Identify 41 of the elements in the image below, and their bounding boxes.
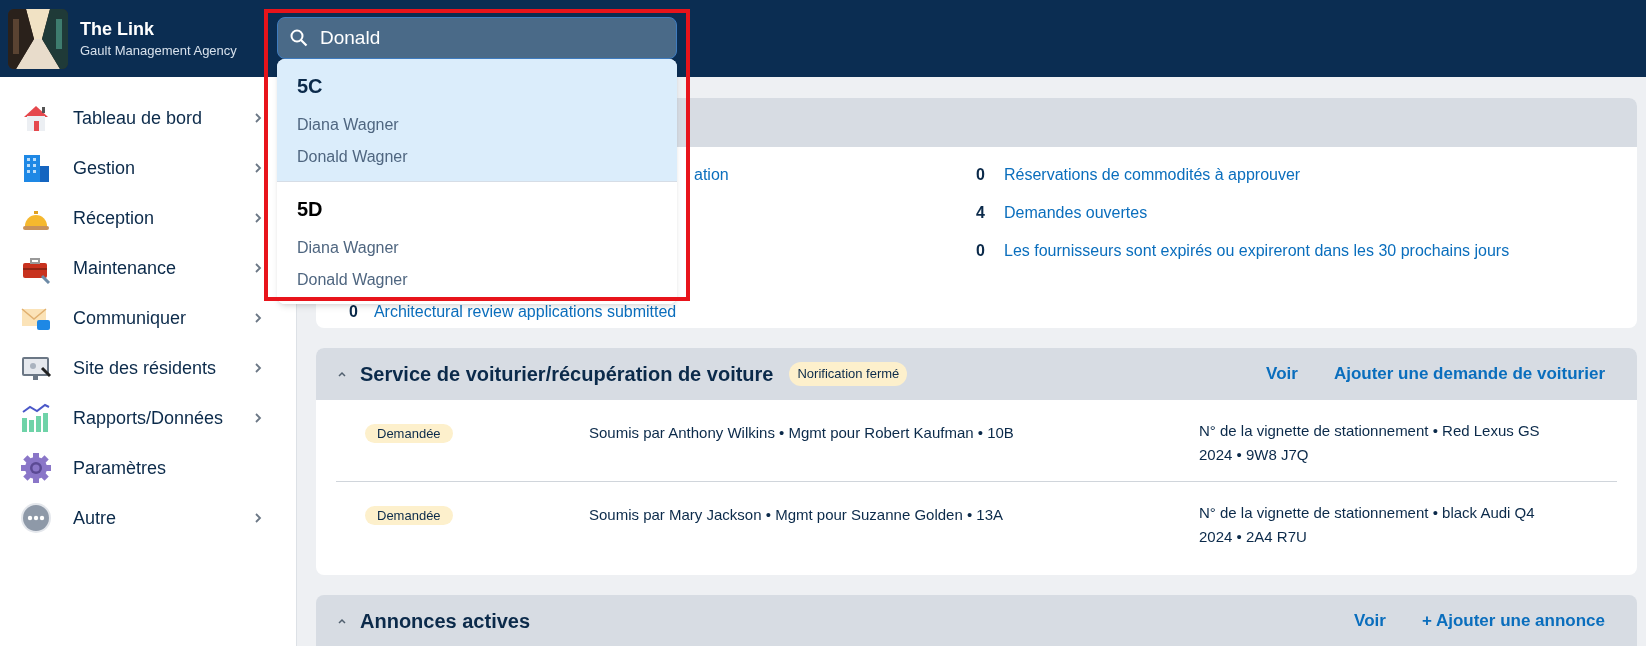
status-badge: Norification fermé [789,362,908,386]
count-label: 0 [349,302,358,322]
count-label: 0 [976,241,986,261]
resident-name: Diana Wagner [297,238,400,258]
sidebar-item[interactable]: Paramètres [0,443,296,493]
section-title: Annonces actives [360,609,531,634]
action-link[interactable]: Voir [1266,361,1298,387]
unit-label: 5D [297,197,324,222]
summary-link[interactable]: Architectural review applications submitted [373,302,677,322]
summary-link[interactable]: Réservations de commodités à approuver [1004,163,1301,201]
unit-label: 5C [297,74,324,99]
action-link[interactable]: Ajouter une demande de voiturier [1333,361,1605,387]
more-icon [20,502,52,534]
sidebar-item[interactable]: Autre [0,493,296,543]
summary-link[interactable]: Demandes ouvertes [1004,201,1148,239]
vehicle-details: N° de la vignette de stationnement • Red Lexus GS 2024 • 9W8 J7Q [1199,421,1541,465]
search-icon [289,28,309,48]
search-result[interactable]: 5D Diana Wagner Donald Wagner [277,182,677,304]
app-title: The Link [80,17,155,41]
section-title: Service de voiturier/récupération de voiture [360,362,774,387]
count-label: 0 [976,165,986,185]
search-result[interactable]: 5C Diana Wagner Donald Wagner [277,59,677,182]
sidebar-item[interactable]: Rapports/Données [0,393,296,443]
request-details: Soumis par Anthony Wilkins • Mgmt pour Robert Kaufman • 10B [589,423,1015,443]
resident-name: Donald Wagner [297,270,409,290]
summary-link[interactable]: Les fournisseurs sont expirés ou expireront dans les 30 prochains jours [1004,239,1510,277]
organization-name: Gault Management Agency [80,41,237,60]
vehicle-details: N° de la vignette de stationnement • black Audi Q4 2024 • 2A4 R7U [1199,503,1536,547]
resident-name: Diana Wagner [297,115,400,135]
summary-link[interactable]: ation [694,163,729,187]
status-badge: Demandée [365,506,453,525]
status-badge: Demandée [365,424,453,443]
settings-icon [20,452,52,484]
request-details: Soumis par Mary Jackson • Mgmt pour Suzanne Golden • 13A [589,505,1005,525]
action-link[interactable]: + Ajouter une annonce [1421,608,1605,634]
bar-chart-icon [20,402,52,434]
sidebar-item[interactable]: Site des résidents [0,343,296,393]
search-field[interactable]: Donald [277,17,677,59]
count-label: 4 [976,203,986,223]
action-link[interactable]: Voir [1354,608,1386,634]
resident-name: Donald Wagner [297,147,409,167]
